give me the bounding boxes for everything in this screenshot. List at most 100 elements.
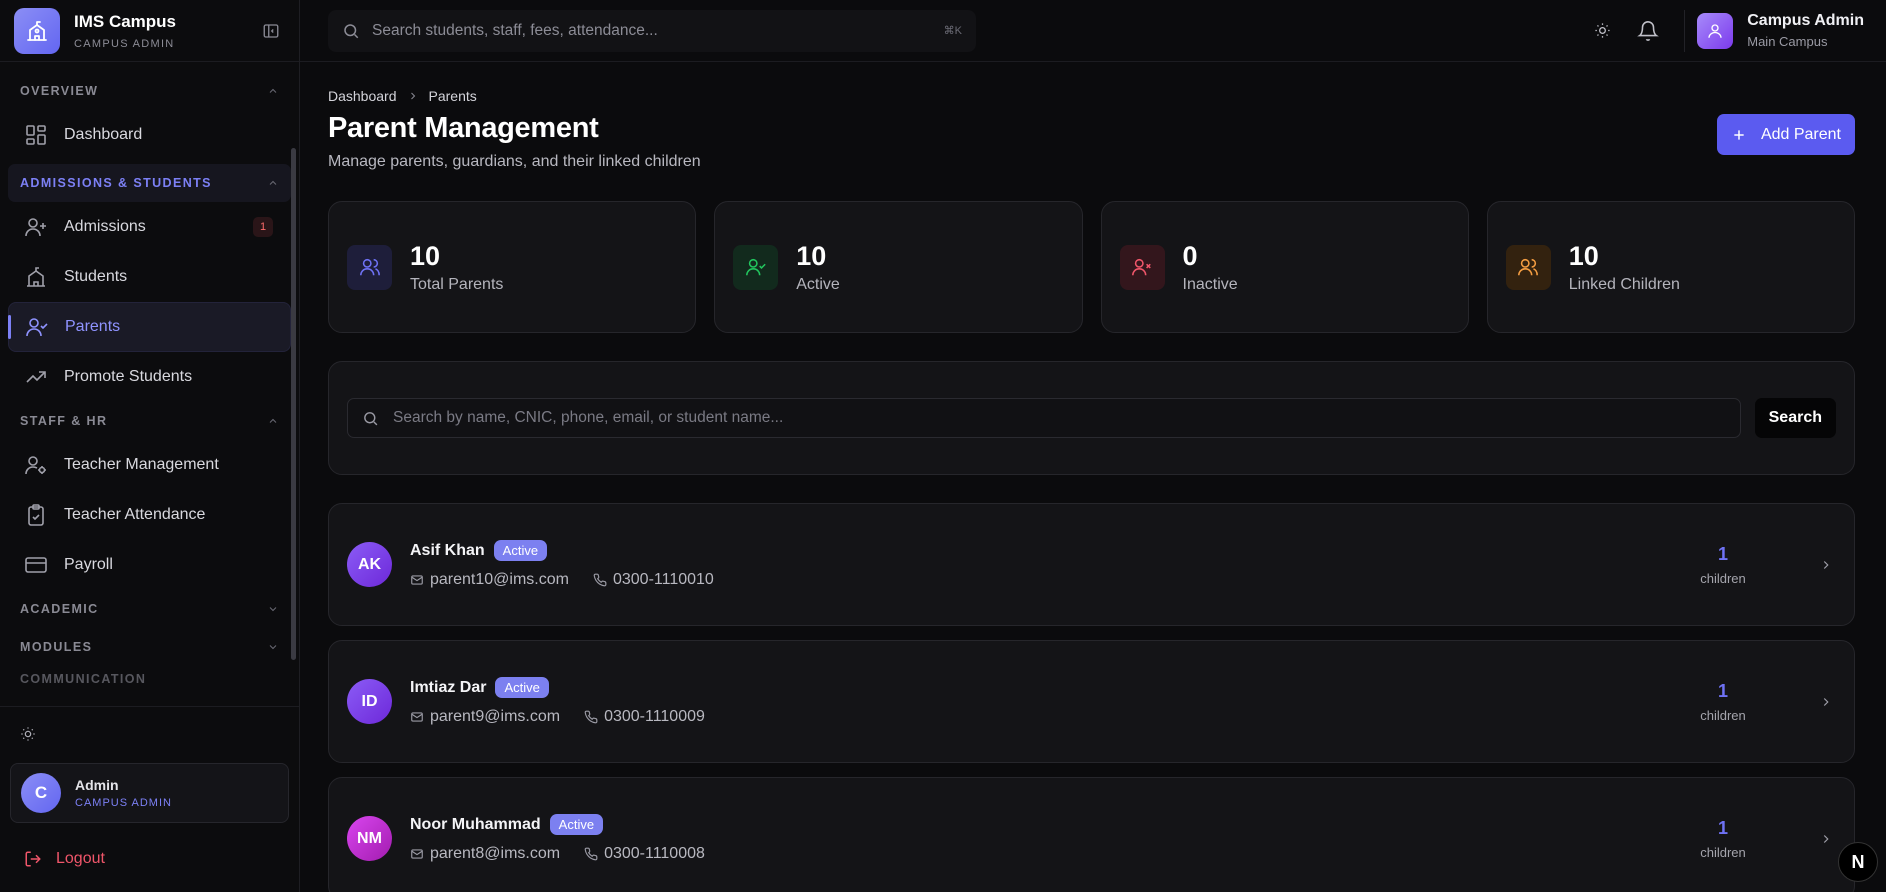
parent-email: parent8@ims.com (430, 845, 561, 862)
sidebar-item-label: Parents (65, 318, 121, 335)
list-item[interactable]: ID Imtiaz Dar Active parent9@ims.com 030… (328, 640, 1855, 763)
sidebar-item-label: Dashboard (64, 126, 143, 143)
sun-icon (21, 727, 35, 741)
users-icon (347, 244, 392, 290)
phone-icon (593, 573, 607, 587)
admissions-count-badge: 1 (253, 217, 273, 237)
trending-up-icon (26, 371, 46, 383)
sidebar-item-teacher-management[interactable]: Teacher Management (8, 440, 291, 490)
parent-name: Noor Muhammad (410, 815, 541, 833)
user-name: Admin (75, 777, 119, 793)
brand-title: IMS Campus (74, 11, 177, 31)
sidebar-item-promote-students[interactable]: Promote Students (8, 352, 291, 402)
sidebar-footer: C Admin CAMPUS ADMIN Logout (0, 706, 299, 892)
parent-search-input[interactable] (393, 409, 1726, 427)
sidebar-item-students[interactable]: Students (8, 252, 291, 302)
sidebar-item-admissions[interactable]: Admissions 1 (8, 202, 291, 252)
breadcrumb-dashboard[interactable]: Dashboard (328, 88, 397, 104)
sidebar-item-label: Students (64, 268, 128, 285)
parent-name: Imtiaz Dar (410, 678, 487, 696)
users-icon (1505, 244, 1551, 290)
section-communication[interactable]: COMMUNICATION (8, 666, 291, 686)
children-label: children (1700, 570, 1746, 586)
theme-toggle-button[interactable] (1582, 11, 1622, 51)
brand-header: IMS Campus CAMPUS ADMIN (0, 0, 299, 62)
stat-label: Active (796, 275, 840, 293)
stat-value: 10 (796, 240, 827, 271)
section-label: ADMISSIONS & STUDENTS (20, 176, 212, 190)
stat-card-inactive: 0 Inactive (1100, 201, 1469, 333)
parent-name: Asif Khan (410, 541, 485, 559)
dev-indicator-button[interactable]: N (1838, 842, 1878, 882)
sidebar-item-label: Admissions (64, 218, 146, 235)
search-icon (344, 23, 359, 38)
avatar: NM (347, 816, 392, 861)
chevron-right-icon[interactable] (1816, 558, 1836, 572)
chevron-right-icon[interactable] (1816, 832, 1836, 846)
plus-icon (1734, 129, 1744, 140)
section-admissions-students[interactable]: ADMISSIONS & STUDENTS (8, 164, 291, 202)
chevron-down-icon (269, 645, 277, 650)
school-icon (27, 267, 45, 287)
parent-search-box[interactable] (347, 398, 1741, 438)
chevron-right-icon[interactable] (1816, 695, 1836, 709)
notifications-button[interactable] (1628, 11, 1668, 51)
user-icon (1697, 12, 1734, 49)
collapse-sidebar-icon[interactable] (257, 17, 285, 45)
children-count: 1 (1717, 680, 1728, 701)
section-academic[interactable]: ACADEMIC (8, 590, 291, 628)
logout-button[interactable]: Logout (10, 839, 289, 879)
stat-label: Linked Children (1568, 275, 1680, 293)
chevron-up-icon (269, 418, 277, 423)
sidebar-item-parents[interactable]: Parents (8, 302, 291, 352)
children-label: children (1700, 844, 1746, 860)
search-icon (364, 411, 378, 425)
chevron-up-icon (269, 180, 277, 185)
stat-value: 0 (1182, 240, 1198, 271)
logout-icon (25, 851, 41, 867)
status-badge: Active (549, 814, 604, 835)
sidebar-item-payroll[interactable]: Payroll (8, 540, 291, 590)
stats-row: 10 Total Parents 10 Active 0 Inactive 10… (328, 201, 1855, 333)
children-label: children (1700, 707, 1746, 723)
admin-profile-menu[interactable]: Campus Admin Main Campus (1697, 12, 1864, 49)
avatar: C (21, 773, 61, 813)
list-item[interactable]: NM Noor Muhammad Active parent8@ims.com … (328, 777, 1855, 892)
search-button[interactable]: Search (1754, 398, 1836, 438)
add-parent-button[interactable]: Add Parent (1716, 114, 1855, 155)
section-staff-hr[interactable]: STAFF & HR (8, 402, 291, 440)
user-profile-card[interactable]: C Admin CAMPUS ADMIN (10, 763, 289, 823)
stat-label: Inactive (1182, 275, 1238, 293)
sun-icon (1595, 23, 1610, 38)
sidebar-item-label: Payroll (64, 556, 113, 573)
clipboard-check-icon (28, 504, 44, 526)
mail-icon (411, 712, 423, 722)
divider (1684, 9, 1686, 52)
page-content: Dashboard Parents Parent Management Mana… (300, 62, 1886, 892)
user-role: CAMPUS ADMIN (75, 797, 172, 809)
user-x-icon (1119, 244, 1165, 290)
section-overview[interactable]: OVERVIEW (8, 72, 291, 110)
sidebar-nav: OVERVIEW Dashboard ADMISSIONS & STUDENTS… (0, 62, 299, 706)
sidebar-scrollbar[interactable] (291, 148, 296, 660)
sidebar-item-dashboard[interactable]: Dashboard (8, 110, 291, 160)
stat-value: 10 (410, 240, 441, 271)
theme-toggle-button[interactable] (10, 719, 289, 749)
stat-card-total-parents: 10 Total Parents (328, 201, 697, 333)
breadcrumb: Dashboard Parents (328, 88, 1855, 104)
mail-icon (411, 575, 423, 585)
children-count: 1 (1717, 817, 1728, 838)
parent-search-panel: Search (328, 361, 1855, 475)
parent-list: AK Asif Khan Active parent10@ims.com 030… (328, 503, 1855, 892)
sidebar-item-teacher-attendance[interactable]: Teacher Attendance (8, 490, 291, 540)
chevron-right-icon (410, 92, 415, 100)
admin-campus: Main Campus (1747, 34, 1828, 49)
logout-label: Logout (56, 850, 105, 867)
section-modules[interactable]: MODULES (8, 628, 291, 666)
section-label: STAFF & HR (20, 414, 108, 428)
shortcut-hint: ⌘K (943, 25, 962, 37)
global-search-input[interactable] (372, 21, 944, 40)
global-search[interactable]: ⌘K (328, 9, 976, 52)
dashboard-icon (26, 125, 46, 145)
list-item[interactable]: AK Asif Khan Active parent10@ims.com 030… (328, 503, 1855, 626)
